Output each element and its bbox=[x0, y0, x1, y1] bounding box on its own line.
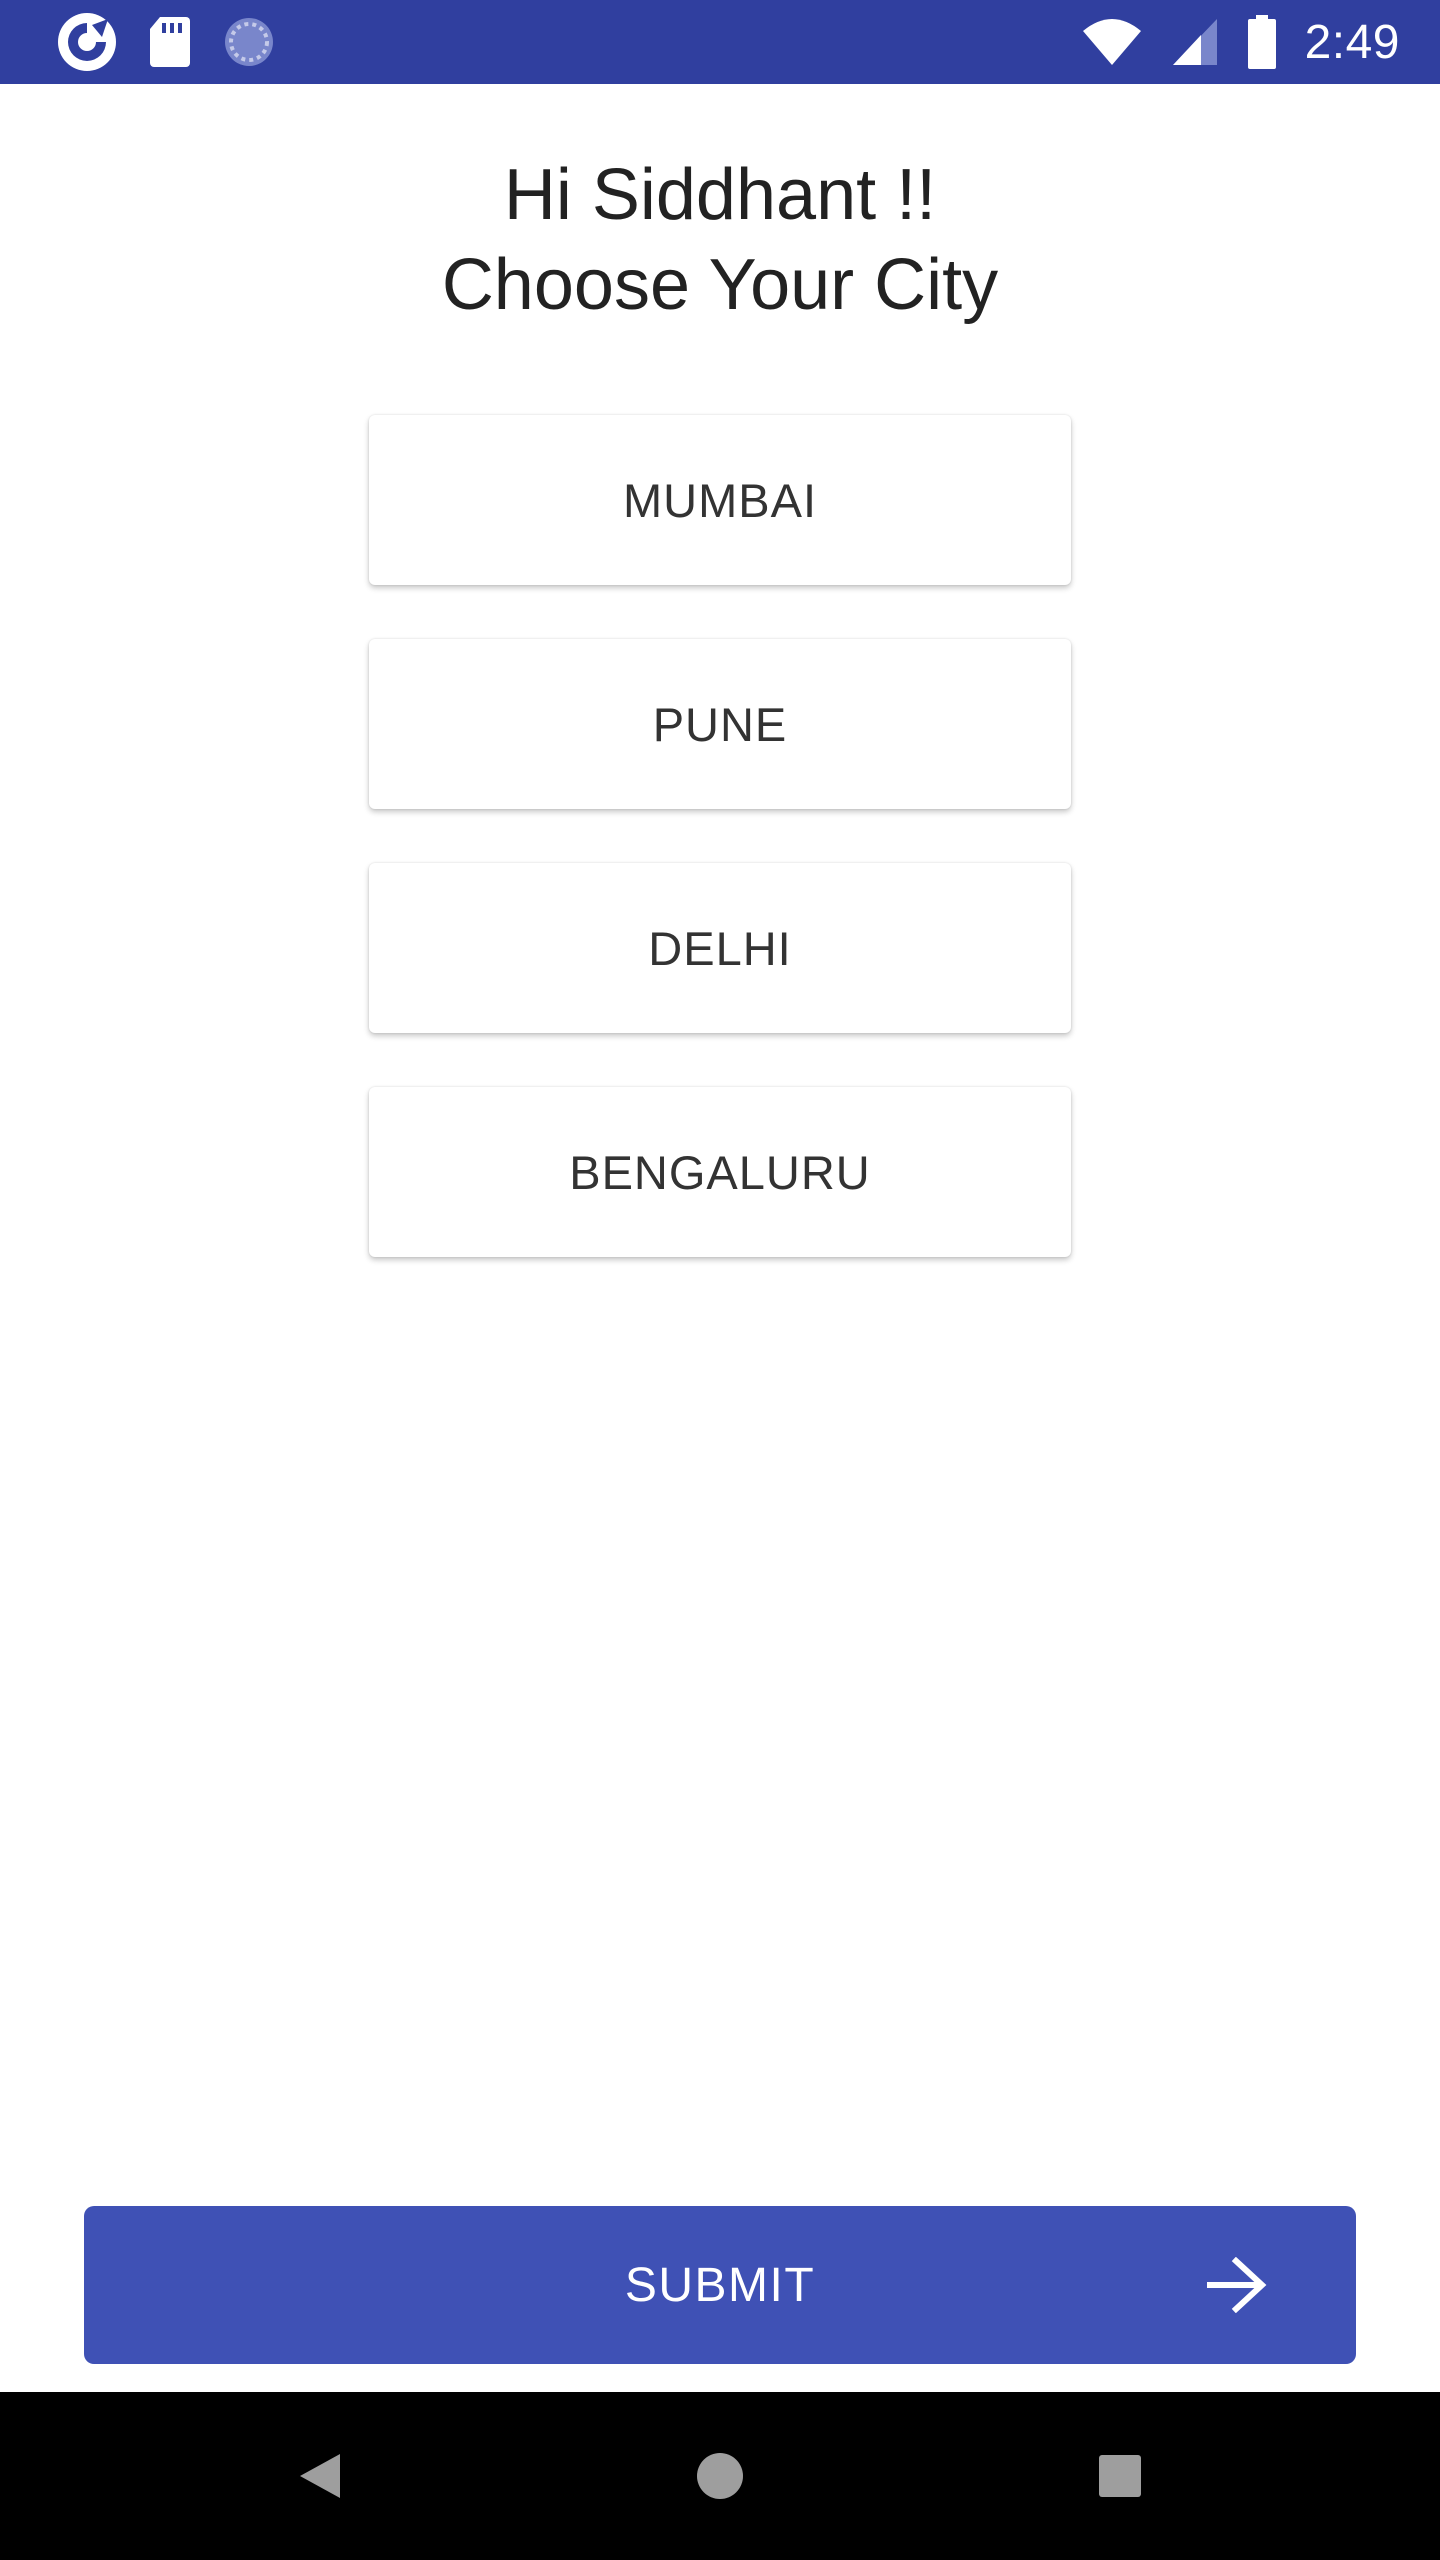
city-option-bengaluru[interactable]: BENGALURU bbox=[369, 1087, 1071, 1257]
status-left-icons bbox=[56, 11, 306, 73]
back-icon bbox=[298, 2452, 342, 2500]
city-option-delhi[interactable]: DELHI bbox=[369, 863, 1071, 1033]
submit-button[interactable]: SUBMIT bbox=[84, 2206, 1356, 2364]
system-navigation-bar bbox=[0, 2392, 1440, 2560]
app-notification-icon bbox=[56, 11, 118, 73]
choose-city-title: Choose Your City bbox=[441, 245, 999, 325]
battery-icon bbox=[1247, 15, 1277, 69]
home-icon bbox=[696, 2452, 744, 2500]
recents-icon bbox=[1098, 2454, 1142, 2498]
submit-label: SUBMIT bbox=[624, 2258, 816, 2312]
sd-card-icon bbox=[148, 15, 192, 69]
city-label: BENGALURU bbox=[569, 1145, 871, 1199]
city-selection-screen: 2:49 Hi Siddhant !! Choose Your City MUM… bbox=[0, 0, 1440, 2560]
city-label: MUMBAI bbox=[623, 473, 817, 527]
home-button[interactable] bbox=[620, 2392, 820, 2560]
greeting-heading: Hi Siddhant !! Choose Your City bbox=[0, 150, 1440, 330]
cell-signal-icon bbox=[1171, 17, 1219, 67]
recents-button[interactable] bbox=[1020, 2392, 1220, 2560]
city-option-mumbai[interactable]: MUMBAI bbox=[369, 415, 1071, 585]
back-button[interactable] bbox=[220, 2392, 420, 2560]
sync-icon bbox=[222, 15, 276, 69]
arrow-right-icon bbox=[1206, 2257, 1268, 2313]
wifi-icon bbox=[1081, 17, 1143, 67]
city-label: PUNE bbox=[652, 697, 788, 751]
status-right-icons: 2:49 bbox=[1053, 15, 1400, 70]
city-label: DELHI bbox=[648, 921, 792, 975]
status-bar: 2:49 bbox=[0, 0, 1440, 84]
greeting-line: Hi Siddhant !! bbox=[503, 155, 937, 235]
city-list: MUMBAI PUNE DELHI BENGALURU bbox=[369, 415, 1071, 1311]
city-option-pune[interactable]: PUNE bbox=[369, 639, 1071, 809]
status-time: 2:49 bbox=[1304, 15, 1400, 69]
